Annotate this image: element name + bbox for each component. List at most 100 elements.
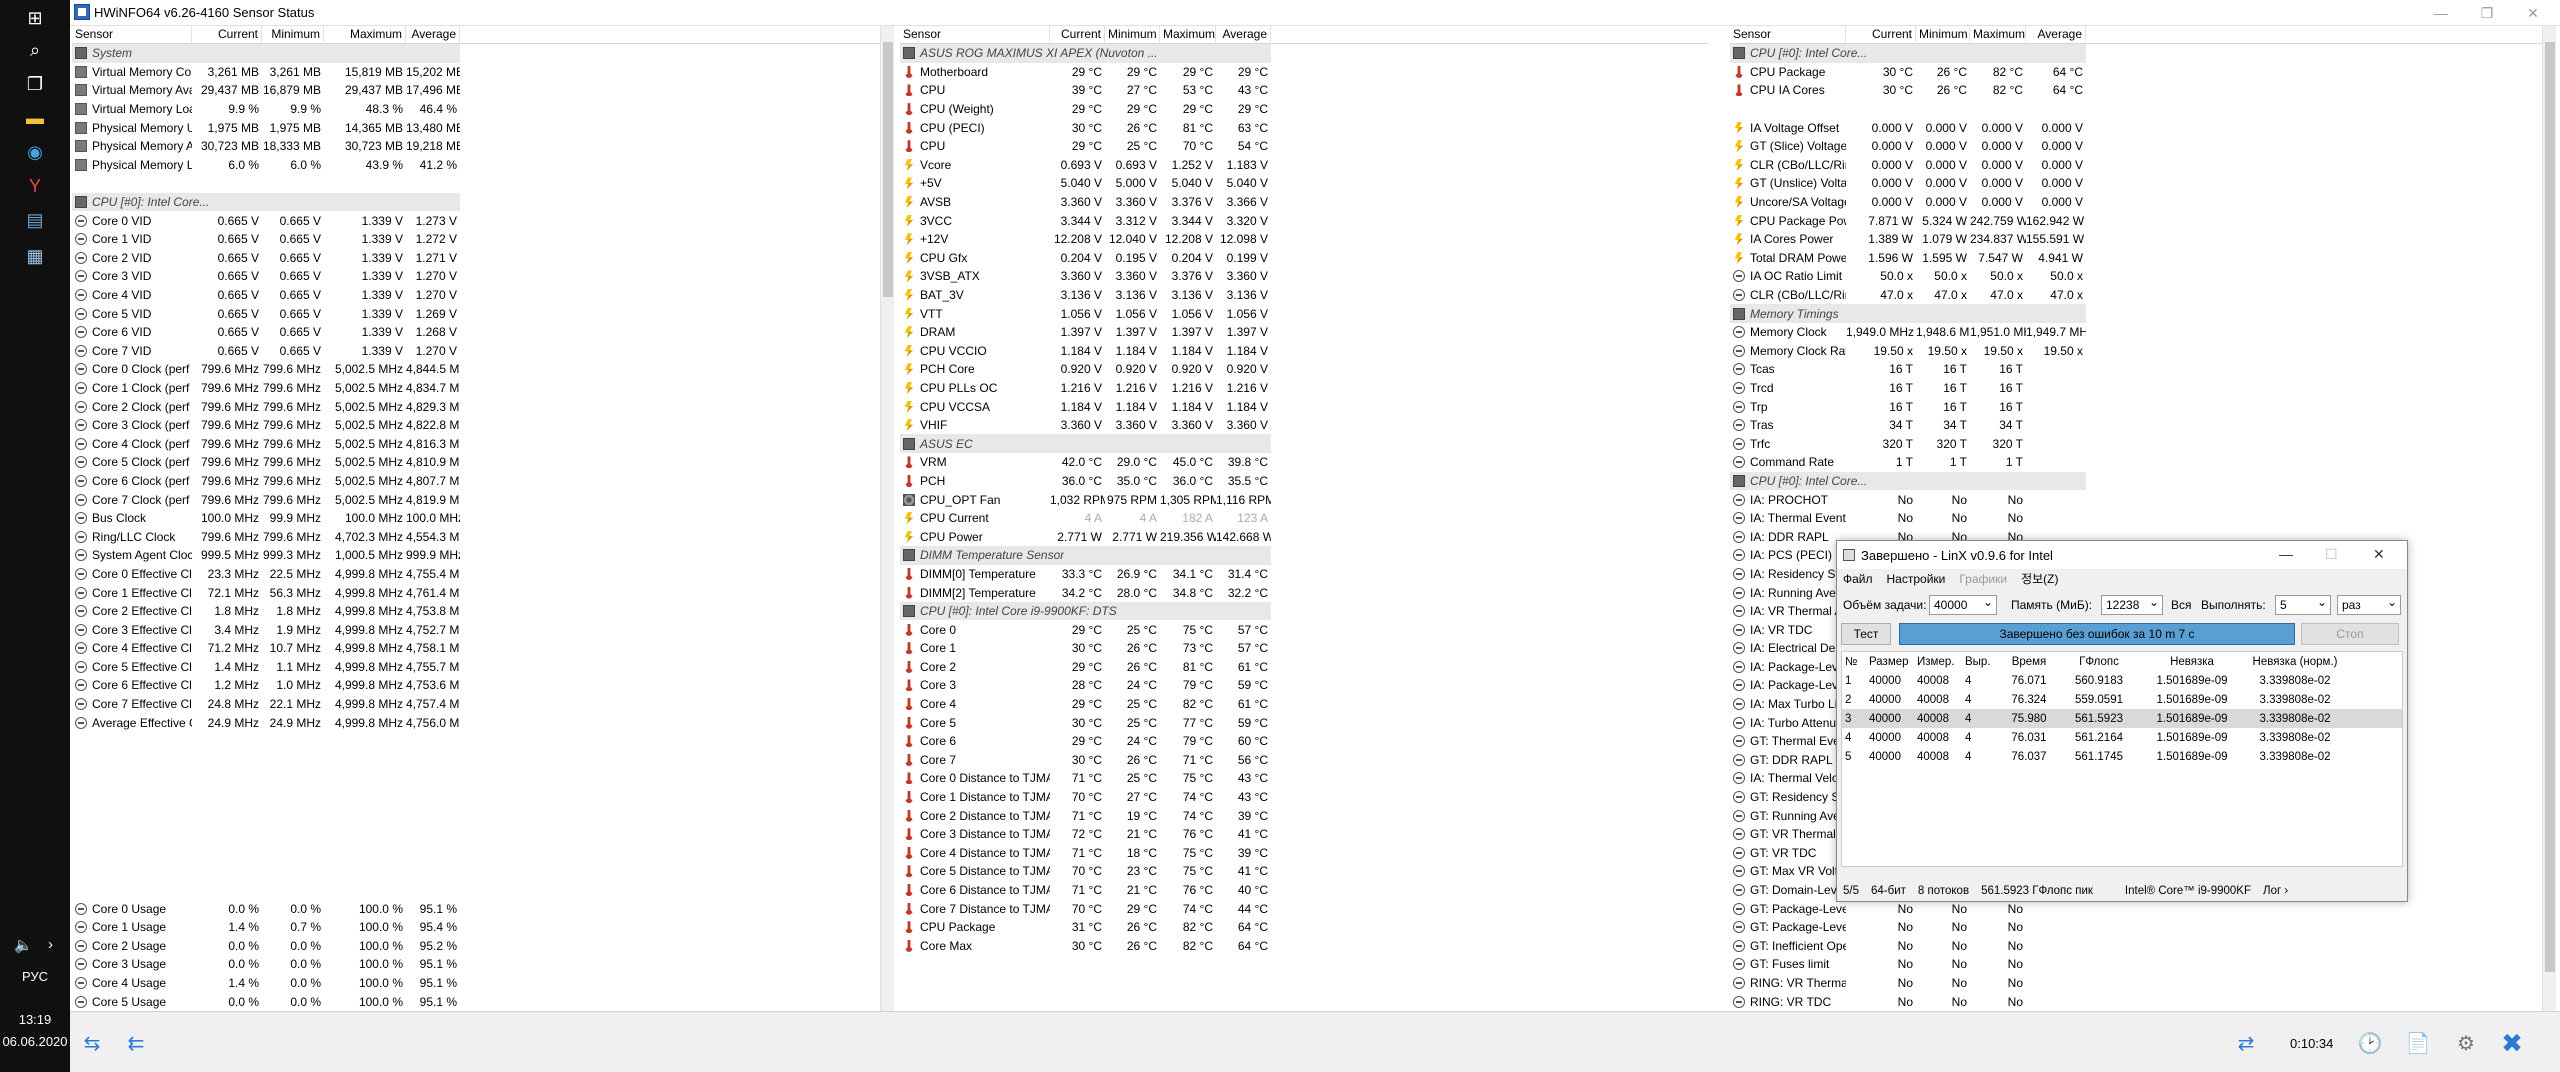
sensor-row[interactable]: CPU IA Cores 30 °C 26 °C 82 °C 64 °C [1730,81,2550,100]
results-column-header[interactable]: Невязка (норм.) [2244,656,2346,668]
linx-taskbar-icon[interactable]: ▦ [23,244,47,268]
results-column-header[interactable]: Размер [1866,656,1914,668]
sensor-group-header[interactable]: CPU [#0]: Intel Core... [72,192,460,212]
sensor-row[interactable]: IA: PROCHOT No No No [1730,490,2550,509]
column-header[interactable]: Current [1050,26,1105,44]
sensor-row[interactable]: Core 5 Distance to TJMAX 70 °C 23 °C 75 °C 4… [900,862,1708,881]
sensor-row[interactable]: CPU Package 31 °C 26 °C 82 °C 64 °C [900,918,1708,937]
sensor-row[interactable]: GT: Package-Level R... No No No [1730,899,2550,918]
sensor-row[interactable]: Memory Clock Ratio 19.50 x 19.50 x 19.50 x 1… [1730,342,2550,361]
sensor-row[interactable]: Core 0 Usage 0.0 % 0.0 % 100.0 % 95.1 % [72,899,880,918]
column-header[interactable]: Maximum [324,26,406,44]
column-header[interactable]: Sensor [900,26,1050,44]
sensor-row[interactable]: System Agent Clock 999.5 MHz 999.3 MHz 1,00… [72,546,880,565]
sensor-row[interactable]: Command Rate 1 T 1 T 1 T [1730,453,2550,472]
linx-minimize-button[interactable]: — [2279,546,2293,562]
menu-graphs[interactable]: Графики [1959,569,2007,589]
sensor-row[interactable]: DIMM[0] Temperature 33.3 °C 26.9 °C 34.1 °C… [900,565,1708,584]
sensor-row[interactable]: Core 0 VID 0.665 V 0.665 V 1.339 V 1.273 V [72,211,880,230]
results-row[interactable]: 4 40000 40008 4 76.031 561.2164 1.501689e-09 3.… [1842,728,2402,747]
sensor-group-header[interactable]: Memory Timings [1730,304,2086,323]
yandex-browser-icon[interactable]: Y [23,174,47,198]
column-header[interactable]: Maximum [1160,26,1216,44]
clock-date[interactable]: 06.06.2020 [0,1034,70,1049]
results-column-header[interactable]: ГФлопс [2058,656,2140,668]
sensor-row[interactable]: Core 1 Distance to TJMAX 70 °C 27 °C 74 °C 4… [900,788,1708,807]
column-header[interactable]: Average [1216,26,1271,44]
sensor-row[interactable]: PCH Core 0.920 V 0.920 V 0.920 V 0.920 V [900,360,1708,379]
linx-close-button[interactable]: ✕ [2373,546,2385,563]
settings-gear-icon[interactable]: ⚙ [2446,1025,2486,1061]
sensor-row[interactable]: Virtual Memory Avail...29,437 MB16,879 M… [72,81,880,100]
sensor-row[interactable]: CPU 29 °C 25 °C 70 °C 54 °C [900,137,1708,156]
column-header[interactable]: Average [2026,26,2086,44]
sensor-row[interactable]: Trp 16 T 16 T 16 T [1730,397,2550,416]
sensor-row[interactable]: Core 2 29 °C 26 °C 81 °C 61 °C [900,658,1708,677]
sensor-row[interactable]: Average Effective Cl... 24.9 MHz 24.9 MHz 4… [72,713,880,732]
sensor-row[interactable]: Core 6 Distance to TJMAX 71 °C 21 °C 76 °C 4… [900,881,1708,900]
file-explorer-icon[interactable]: ▬ [23,106,47,130]
sensor-group-header[interactable]: CPU [#0]: Intel Core... [1730,471,2086,491]
network-monitor-icon[interactable]: ⇄ [2226,1025,2266,1061]
sensor-group-header[interactable]: CPU [#0]: Intel Core i9-9900KF: DTS [900,601,1271,621]
sensor-row[interactable]: Bus Clock 100.0 MHz 99.9 MHz 100.0 MHz 100.0… [72,509,880,528]
close-sensors-icon[interactable]: ✖ [2492,1025,2532,1061]
runs-select[interactable]: 5 [2275,595,2331,615]
network-app-icon[interactable]: ◉ [23,140,47,164]
sensor-panel-1-scrollbar[interactable] [880,26,894,1011]
sensor-row[interactable]: Core 0 Distance to TJMAX 71 °C 25 °C 75 °C 4… [900,769,1708,788]
sensor-row[interactable]: Memory Clock 1,949.0 MHz1,948.6 MHz1,951.… [1730,323,2550,342]
sensor-row[interactable]: Core 7 30 °C 26 °C 71 °C 56 °C [900,751,1708,770]
sensor-group-header[interactable]: CPU [#0]: Intel Core... [1730,44,2086,63]
results-column-header[interactable]: № [1842,656,1866,668]
results-column-header[interactable]: Выр. [1962,656,2000,668]
sensor-row[interactable]: Virtual Memory Com... 3,261 MB 3,261 MB 15,… [72,63,880,82]
sensor-group-header[interactable]: ASUS ROG MAXIMUS XI APEX (Nuvoton ... [900,44,1271,63]
sensor-row[interactable]: Core 5 VID 0.665 V 0.665 V 1.339 V 1.269 V [72,304,880,323]
sensor-group-header[interactable]: System [72,44,460,63]
column-header[interactable]: Minimum [262,26,324,44]
menu-info[interactable]: 정보(Z) [2021,569,2058,589]
sensor-row[interactable]: Core 5 Effective Clock 1.4 MHz 1.1 MHz 4,99… [72,658,880,677]
sensor-row[interactable]: AVSB 3.360 V 3.360 V 3.376 V 3.366 V [900,193,1708,212]
sensor-row[interactable]: Core 7 VID 0.665 V 0.665 V 1.339 V 1.270 V [72,342,880,361]
status-cell[interactable]: Лог › [2257,881,2294,901]
navigate-left-icon[interactable]: ⇆ [72,1025,112,1061]
column-header[interactable]: Sensor [72,26,192,44]
sensor-row[interactable]: CPU VCCSA 1.184 V 1.184 V 1.184 V 1.184 V [900,397,1708,416]
stop-button[interactable]: Стоп [2301,623,2399,645]
sensor-row[interactable]: Tcas 16 T 16 T 16 T [1730,360,2550,379]
sensor-row[interactable]: RING: VR TDC No No No [1730,992,2550,1011]
sensor-row[interactable]: CPU Current 4 A 4 A 182 A 123 A [900,509,1708,528]
sensor-row[interactable]: CPU VCCIO 1.184 V 1.184 V 1.184 V 1.184 V [900,342,1708,361]
sensor-row[interactable]: 3VSB_ATX 3.360 V 3.360 V 3.376 V 3.360 V [900,267,1708,286]
linx-maximize-button[interactable]: ☐ [2325,546,2338,563]
results-row[interactable]: 3 40000 40008 4 75.980 561.5923 1.501689e-09 3.… [1842,709,2402,728]
hwinfo-taskbar-icon[interactable]: ▤ [23,208,47,232]
sensor-row[interactable]: Core 2 VID 0.665 V 0.665 V 1.339 V 1.271 V [72,249,880,268]
sensor-row[interactable]: Core 4 Clock (perf #5) 799.6 MHz799.6 MHz… [72,434,880,453]
sensor-row[interactable]: DRAM 1.397 V 1.397 V 1.397 V 1.397 V [900,323,1708,342]
sensor-row[interactable]: Ring/LLC Clock 799.6 MHz 799.6 MHz 4,702.3 … [72,527,880,546]
sensor-row[interactable]: Core 0 Clock (perf #1) 799.6 MHz799.6 MHz… [72,360,880,379]
sensor-row[interactable]: VRM 42.0 °C 29.0 °C 45.0 °C 39.8 °C [900,453,1708,472]
sensor-row[interactable]: IA Voltage Offset 0.000 V 0.000 V 0.000 V 0.… [1730,118,2550,137]
results-column-header[interactable]: Время [2000,656,2058,668]
sensor-row[interactable]: 3VCC 3.344 V 3.312 V 3.344 V 3.320 V [900,211,1708,230]
sensor-row[interactable]: RING: VR Thermal A... No No No [1730,974,2550,993]
sensor-row[interactable]: Core 6 Effective Clock 1.2 MHz 1.0 MHz 4,99… [72,676,880,695]
sensor-group-header[interactable]: DIMM Temperature Sensor [900,546,1271,565]
column-header[interactable]: Maximum [1970,26,2026,44]
sensor-row[interactable]: CPU PLLs OC 1.216 V 1.216 V 1.216 V 1.216 V [900,379,1708,398]
sensor-row[interactable]: Tras 34 T 34 T 34 T [1730,416,2550,435]
language-indicator[interactable]: РУС [0,969,70,984]
sensor-row[interactable]: Core 1 VID 0.665 V 0.665 V 1.339 V 1.272 V [72,230,880,249]
sensor-group-header[interactable]: ASUS EC [900,434,1271,454]
scrollbar-thumb[interactable] [883,42,893,297]
close-button[interactable]: ✕ [2510,0,2556,26]
sensor-row[interactable]: Core 2 Usage 0.0 % 0.0 % 100.0 % 95.2 % [72,937,880,956]
sensor-row[interactable]: Core Max 30 °C 26 °C 82 °C 64 °C [900,937,1708,956]
menu-file[interactable]: Файл [1843,569,1873,589]
sensor-row[interactable]: Core 0 Effective Clock 23.3 MHz 22.5 MHz 4,… [72,565,880,584]
column-header[interactable]: Minimum [1105,26,1160,44]
